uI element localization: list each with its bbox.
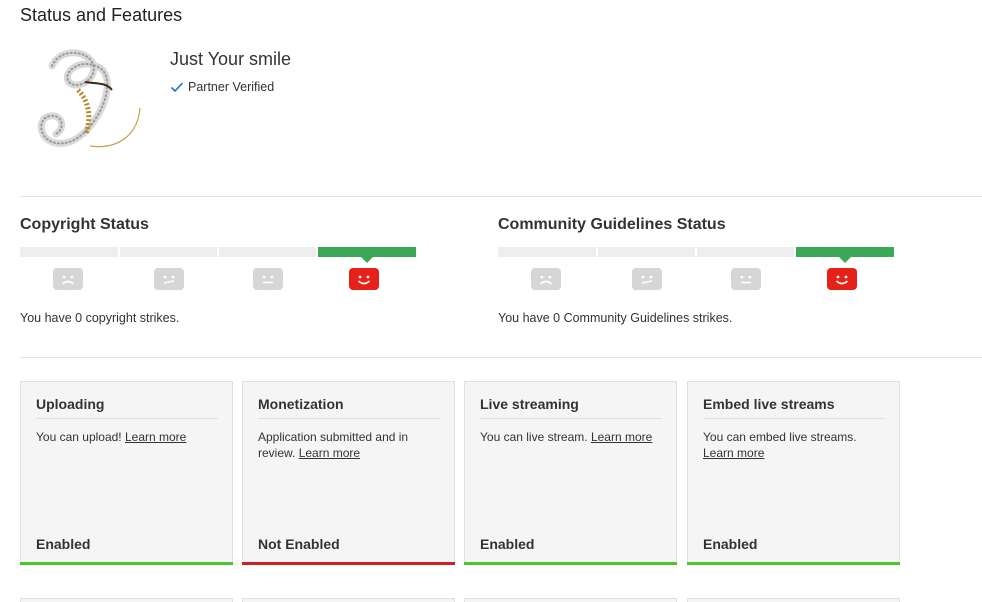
feature-card-monetization: Monetization Application submitted and i… [242,381,455,565]
strike-segment [20,247,118,257]
community-strike-meter [498,247,898,290]
card-status: Enabled [480,536,535,552]
feature-card-partial [464,598,677,602]
community-status-section: Community Guidelines Status You have 0 C… [498,216,898,336]
neutral-face-icon [731,268,761,290]
feature-card-embed-live-streams: Embed live streams You can embed live st… [687,381,900,565]
checkmark-icon [170,82,184,93]
learn-more-link[interactable]: Learn more [299,446,360,460]
card-title: Embed live streams [703,396,885,419]
card-status: Enabled [703,536,758,552]
copyright-strikes-text: You have 0 copyright strikes. [20,311,180,325]
copyright-strike-meter [20,247,420,290]
feature-card-uploading: Uploading You can upload! Learn more Ena… [20,381,233,565]
feature-card-partial [687,598,900,602]
card-description: You can upload! Learn more [36,430,187,444]
status-bar-enabled [464,562,677,565]
sad-face-icon [531,268,561,290]
section-divider [20,196,982,197]
strike-segment [598,247,695,257]
card-title: Uploading [36,396,218,419]
happy-face-icon [349,268,379,290]
card-status: Enabled [36,536,91,552]
meh-face-icon [632,268,662,290]
strike-segment [120,247,217,257]
card-title: Monetization [258,396,440,419]
copyright-status-title: Copyright Status [20,216,149,233]
happy-face-icon [827,268,857,290]
copyright-status-section: Copyright Status You have 0 copyright st… [20,216,420,336]
strike-segment [697,247,794,257]
feature-card-live-streaming: Live streaming You can live stream. Lear… [464,381,677,565]
neutral-face-icon [253,268,283,290]
channel-avatar [30,38,142,160]
strike-segment-current [796,247,894,263]
learn-more-link[interactable]: Learn more [703,446,764,460]
strike-segment [219,247,316,257]
section-divider [20,357,982,358]
card-title: Live streaming [480,396,662,419]
sad-face-icon [53,268,83,290]
channel-name: Just Your smile [170,49,292,69]
feature-card-partial [242,598,455,602]
card-description: Application submitted and in review. Lea… [258,430,409,460]
feature-card-partial [20,598,233,602]
page-title: Status and Features [20,5,183,25]
status-bar-not-enabled [242,562,455,565]
learn-more-link[interactable]: Learn more [591,430,652,444]
strike-segment [498,247,596,257]
partner-verified: Partner Verified [170,80,274,94]
community-status-title: Community Guidelines Status [498,216,726,233]
status-bar-enabled [687,562,900,565]
community-strikes-text: You have 0 Community Guidelines strikes. [498,311,733,325]
meh-face-icon [154,268,184,290]
status-bar-enabled [20,562,233,565]
card-description: You can live stream. Learn more [480,430,653,444]
card-description: You can embed live streams. Learn more [703,430,857,460]
strike-segment-current [318,247,416,263]
verified-label: Partner Verified [188,80,275,94]
card-status: Not Enabled [258,536,340,552]
learn-more-link[interactable]: Learn more [125,430,186,444]
